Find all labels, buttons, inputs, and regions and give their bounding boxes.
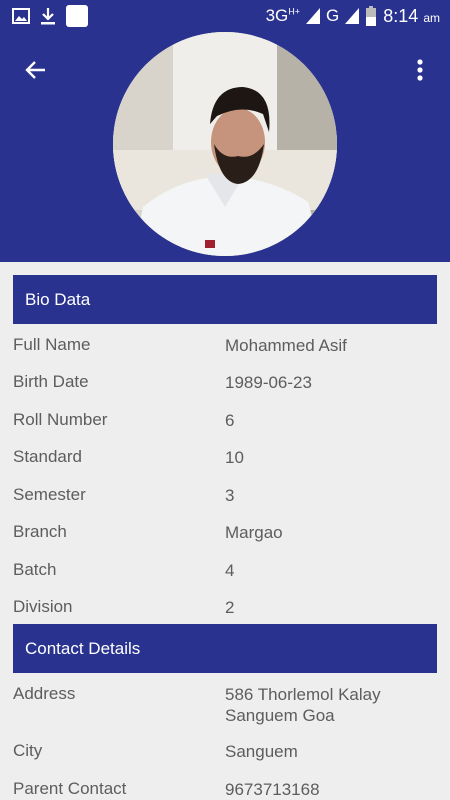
avatar (113, 32, 337, 256)
row-label: Semester (13, 485, 86, 504)
row-value: 586 Thorlemol Kalay Sanguem Goa (225, 685, 381, 725)
network-type: 3GH+ (265, 6, 301, 25)
row-value: Sanguem (225, 742, 298, 761)
row-value: 4 (225, 561, 235, 580)
back-button[interactable] (20, 54, 52, 86)
row-value: 9673713168 (225, 780, 320, 799)
status-bar: 3GH+ G 8:14 am (0, 0, 450, 32)
row-value: 1989-06-23 (225, 373, 312, 392)
profile-photo (113, 32, 337, 256)
row-value: 3 (225, 486, 235, 505)
row-label: Roll Number (13, 410, 108, 429)
row-value: 10 (225, 448, 244, 467)
image-icon (12, 8, 30, 24)
row-value: Margao (225, 523, 283, 542)
row-label: Standard (13, 447, 82, 466)
row-label: Address (13, 684, 76, 703)
bio-data-header: Bio Data (13, 275, 437, 324)
row-value: 2 (225, 598, 235, 617)
row-label: Full Name (13, 335, 91, 354)
row-value: 6 (225, 411, 235, 430)
contact-details-header: Contact Details (13, 624, 437, 673)
row-label: Batch (13, 560, 57, 579)
row-label: Division (13, 597, 73, 616)
row-label: Birth Date (13, 372, 89, 391)
profile-header (0, 32, 450, 262)
network-type-2: G (326, 6, 340, 25)
clock: 8:14 am (383, 5, 440, 26)
app-notification-icon (66, 5, 88, 27)
signal-icon-2 (345, 8, 360, 24)
overflow-menu-button[interactable] (408, 54, 432, 86)
row-label: Parent Contact (13, 779, 127, 798)
arrow-left-icon (25, 61, 45, 79)
profile-details: Bio Data Full Name Mohammed Asif Birth D… (0, 262, 450, 800)
status-indicators: 3GH+ G 8:14 am (266, 4, 440, 28)
row-label: Branch (13, 522, 67, 541)
status-notifications (12, 5, 88, 27)
row-label: City (13, 741, 43, 760)
row-value: Mohammed Asif (225, 336, 347, 355)
signal-icon (306, 8, 321, 24)
battery-icon (366, 6, 377, 26)
download-icon (41, 8, 55, 25)
more-vert-icon (417, 59, 423, 81)
